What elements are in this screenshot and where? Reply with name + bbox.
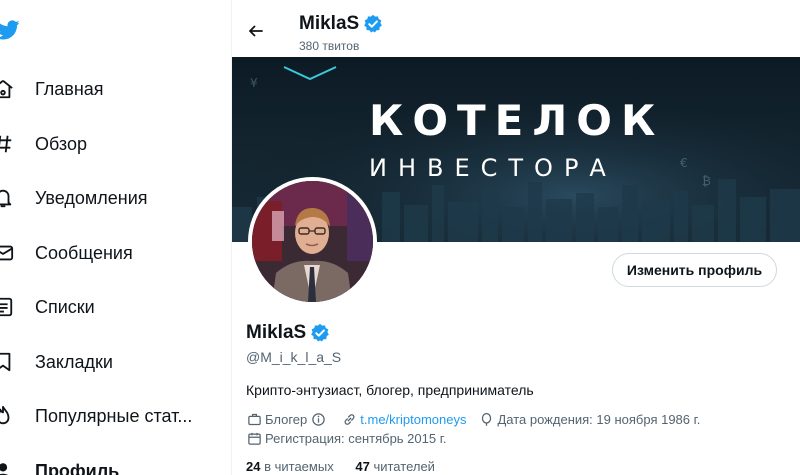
banner-subtitle: ИНВЕСТОРА [369,154,617,182]
header-name: MiklaS [299,13,360,34]
profile-header-bar: MiklaS 380 твитов [232,0,800,57]
back-button[interactable] [244,19,268,43]
follow-stats: 24 в читаемых 47 читателей [246,459,435,474]
profile-name-row: MiklaS [246,322,330,344]
profile-meta-row: Блогер t.me/kriptomoneys Дата рождения: … [246,411,700,427]
nav-label-trending: Популярные стат... [35,405,193,426]
banner-title: КОТЕЛОК [369,96,665,145]
twitter-logo-icon[interactable] [0,18,20,42]
profile-column: MiklaS 380 твитов € ₿ ¥ КОТЕЛОК ИНВЕСТОР… [231,0,800,475]
following-label: в читаемых [264,459,334,474]
profile-bio: Крипто-энтузиаст, блогер, предпринимател… [246,382,534,398]
nav-label-home: Главная [35,78,104,99]
bookmark-icon [0,350,15,374]
nav-label-bookmarks: Закладки [35,351,113,372]
verified-badge-icon [364,14,383,33]
profile-birthdate: Дата рождения: 19 ноября 1986 г. [497,411,701,427]
followers-count: 47 [355,459,370,474]
balloon-icon [478,411,494,427]
nav-label-explore: Обзор [35,133,87,154]
list-icon [0,295,15,319]
person-icon [0,459,15,475]
bell-icon [0,186,15,210]
profile-handle: @M_i_k_l_a_S [246,349,342,365]
info-icon[interactable] [310,411,326,427]
nav-label-lists: Списки [35,296,95,317]
profile-joined-row: Регистрация: сентябрь 2015 г. [246,430,446,446]
followers-label: читателей [373,459,435,474]
briefcase-icon [246,411,262,427]
avatar[interactable] [248,177,377,306]
link-icon [341,411,357,427]
nav-label-messages: Сообщения [35,242,133,263]
header-name-row: MiklaS [299,13,383,35]
hashtag-icon [0,132,15,156]
following-count: 24 [246,459,261,474]
nav-label-profile: Профиль [35,460,120,475]
profile-name: MiklaS [246,322,307,343]
fire-icon [0,404,15,428]
profile-category: Блогер [265,411,308,427]
avatar-portrait-graphic [252,181,373,302]
calendar-icon [246,430,262,446]
svg-text:€: € [680,156,688,170]
arrow-left-icon [249,25,263,37]
tweet-count: 380 твитов [299,39,360,53]
followers-link[interactable]: 47 читателей [355,459,435,474]
edit-profile-button[interactable]: Изменить профиль [612,253,777,287]
svg-text:₿: ₿ [702,174,711,188]
home-icon [0,77,15,101]
verified-badge-icon [311,323,330,342]
svg-text:¥: ¥ [250,76,258,90]
profile-link[interactable]: t.me/kriptomoneys [360,412,466,427]
sidebar: Главная Обзор Уведомления Сообщения Спис… [0,0,231,475]
nav-label-notifications: Уведомления [35,187,148,208]
envelope-icon [0,241,15,265]
profile-joined: Регистрация: сентябрь 2015 г. [265,430,447,446]
following-link[interactable]: 24 в читаемых [246,459,334,474]
